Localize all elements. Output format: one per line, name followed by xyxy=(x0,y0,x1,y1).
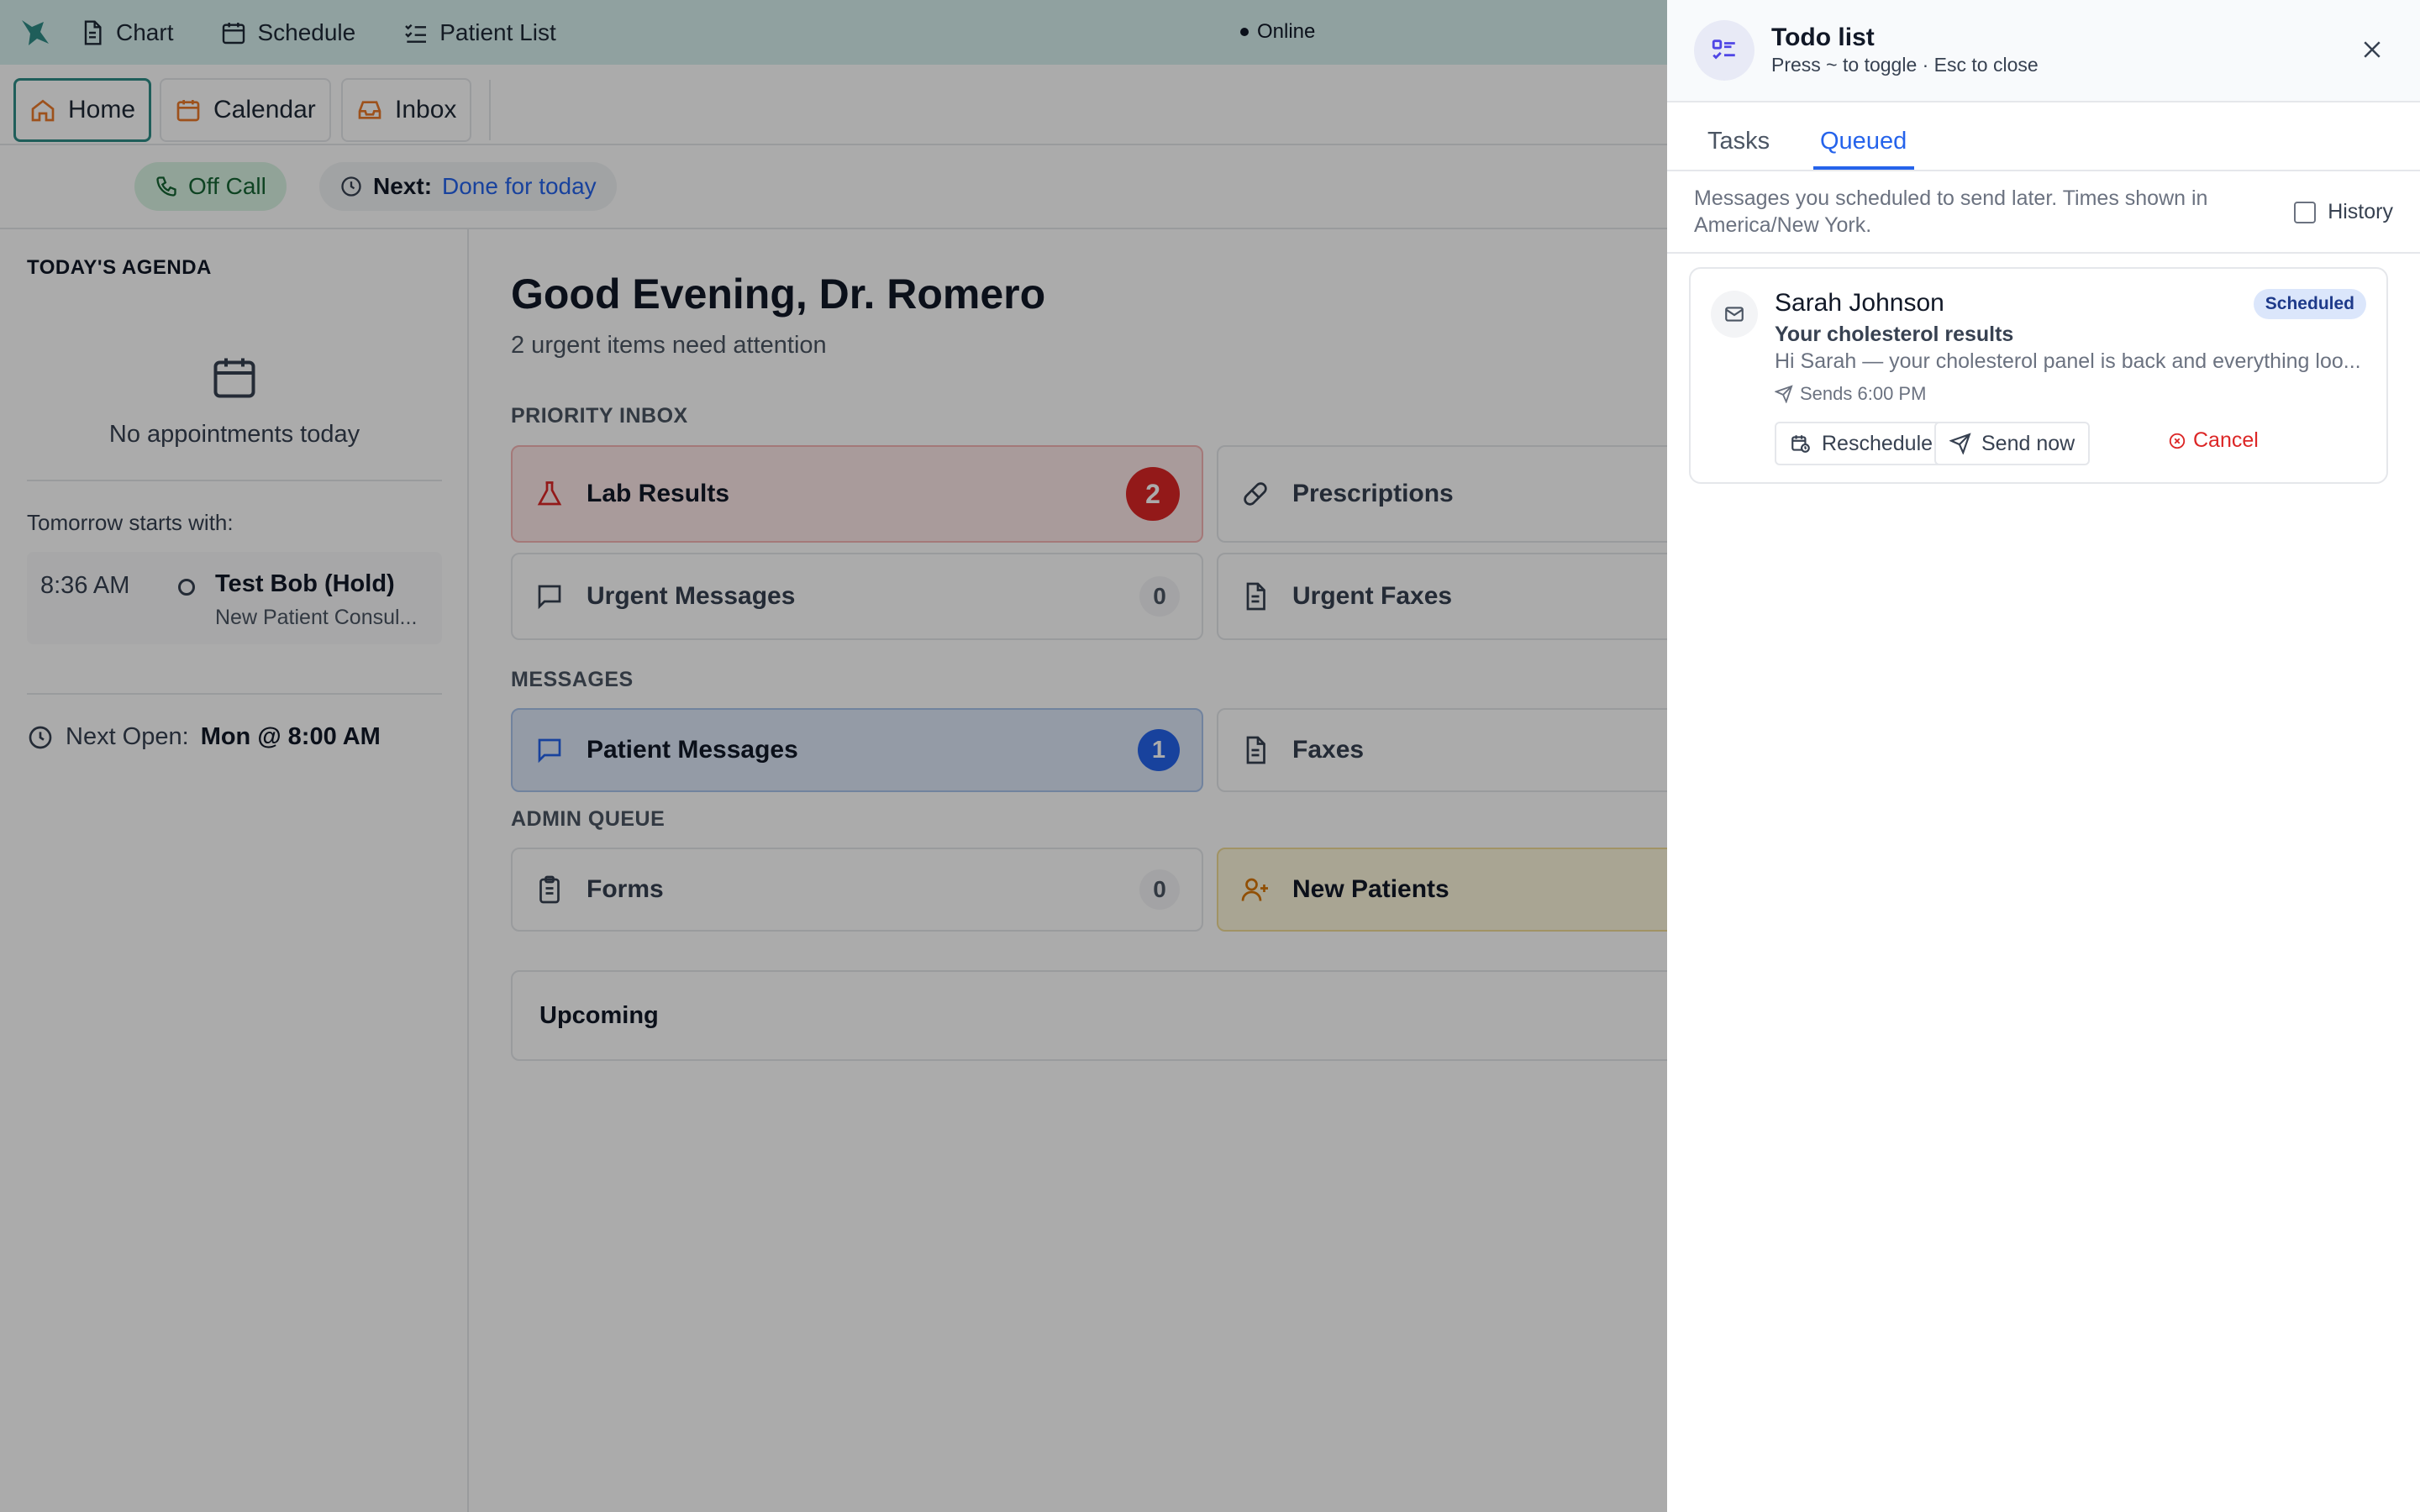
drawer-header: Todo list Press ~ to toggle · Esc to clo… xyxy=(1667,0,2420,102)
modal-backdrop[interactable] xyxy=(0,0,1667,1512)
send-time: Sends 6:00 PM xyxy=(1775,383,1926,405)
send-now-label: Send now xyxy=(1981,431,2075,455)
history-label: History xyxy=(2328,200,2393,223)
queued-info: Messages you scheduled to send later. Ti… xyxy=(1667,171,2420,254)
queued-info-text: Messages you scheduled to send later. Ti… xyxy=(1694,186,2208,237)
cancel-circle-icon xyxy=(2169,433,2186,449)
mail-icon xyxy=(1711,291,1758,338)
tab-tasks[interactable]: Tasks xyxy=(1707,128,1770,155)
active-tab-indicator xyxy=(1813,166,1914,170)
todo-list-icon xyxy=(1694,20,1754,81)
reschedule-label: Reschedule xyxy=(1822,431,1933,455)
tab-queued[interactable]: Queued xyxy=(1820,128,1907,155)
cancel-button[interactable]: Cancel xyxy=(2168,428,2259,453)
drawer-hint: Press ~ to toggle · Esc to close xyxy=(1771,54,2039,76)
send-icon xyxy=(1949,433,1971,454)
queued-message-card: Sarah Johnson Scheduled Your cholesterol… xyxy=(1689,267,2388,484)
send-time-label: Sends 6:00 PM xyxy=(1800,383,1927,404)
calendar-clock-icon xyxy=(1791,435,1810,453)
cancel-label: Cancel xyxy=(2193,428,2259,452)
drawer-tabs: Tasks Queued xyxy=(1667,102,2420,171)
history-checkbox[interactable] xyxy=(2294,201,2317,223)
message-subject: Your cholesterol results xyxy=(1775,323,2014,346)
send-icon xyxy=(1775,385,1793,403)
message-preview: Hi Sarah — your cholesterol panel is bac… xyxy=(1775,349,2361,373)
recipient-name: Sarah Johnson xyxy=(1775,289,1944,317)
status-badge: Scheduled xyxy=(2253,289,2366,319)
history-toggle[interactable]: History xyxy=(2294,200,2393,224)
close-icon[interactable] xyxy=(2360,37,2385,62)
todo-drawer: Todo list Press ~ to toggle · Esc to clo… xyxy=(1667,0,2420,1512)
send-now-button[interactable]: Send now xyxy=(1934,422,2091,465)
drawer-title: Todo list xyxy=(1771,24,1875,51)
